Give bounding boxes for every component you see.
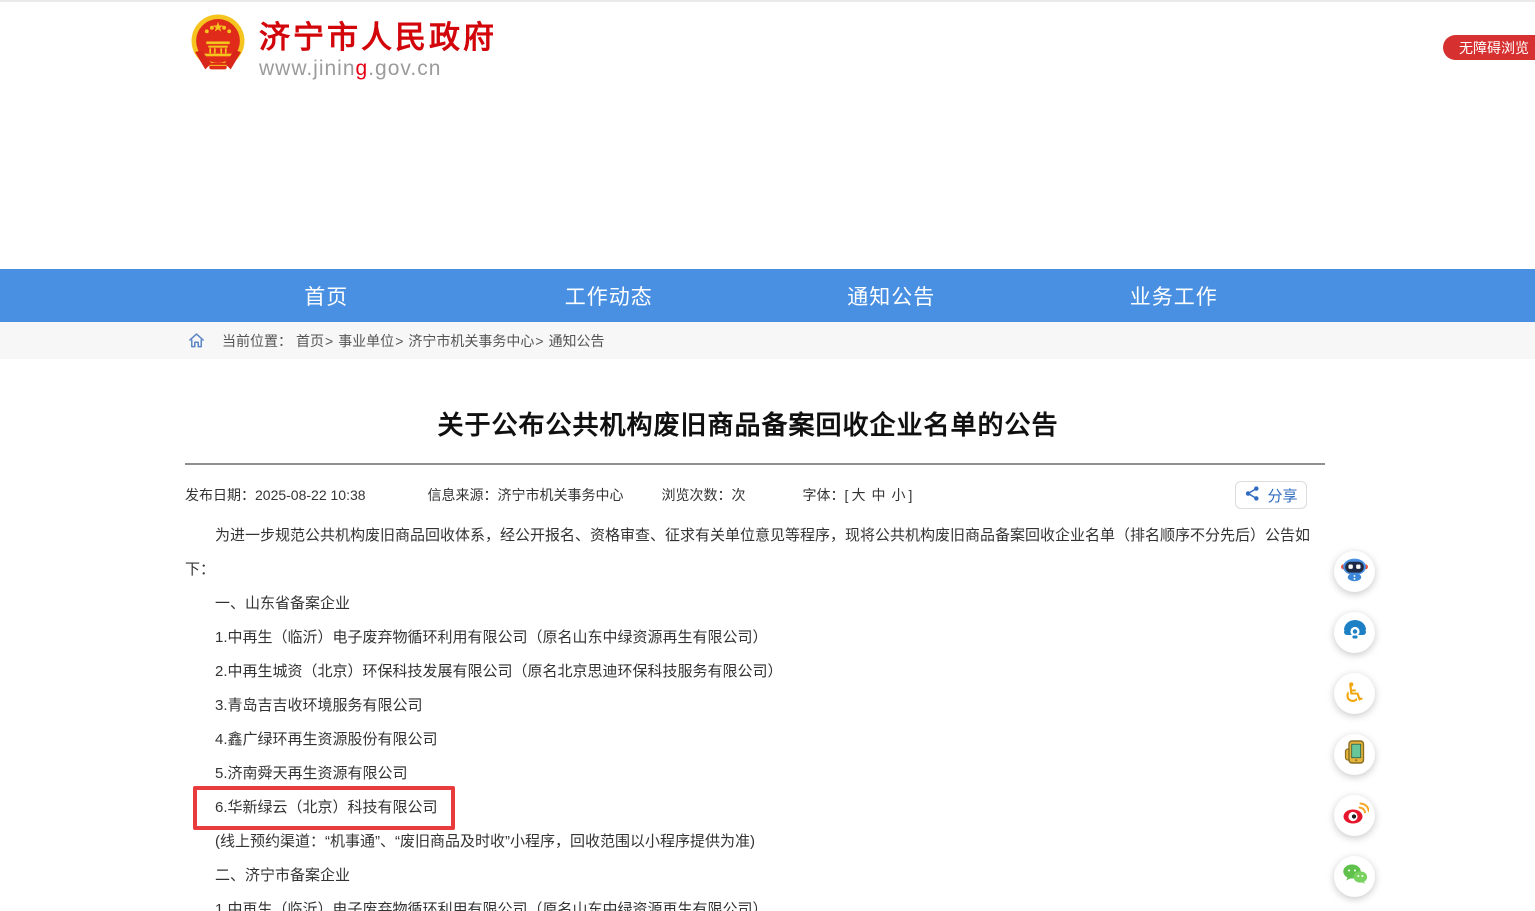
government-webpage: 济宁市人民政府 www.jining.gov.cn 无障碍浏览 首页 工作动态 …: [0, 0, 1535, 911]
accessibility-icon: ♿: [1342, 680, 1366, 707]
list-item: 4.鑫广绿环再生资源股份有限公司: [185, 723, 1311, 757]
breadcrumb-separator: >: [395, 333, 403, 349]
site-url: www.jining.gov.cn: [259, 57, 497, 81]
article-title: 关于公布公共机构废旧商品备案回收企业名单的公告: [185, 405, 1311, 442]
nav-item-notices[interactable]: 通知公告: [750, 269, 1033, 322]
wechat-button[interactable]: [1334, 856, 1375, 897]
mobile-app-button[interactable]: [1334, 734, 1375, 775]
list-item: 5.济南舜天再生资源有限公司: [185, 757, 1311, 791]
list-item-highlighted: 6.华新绿云（北京）科技有限公司: [185, 791, 1311, 825]
accessibility-button[interactable]: ♿: [1334, 673, 1375, 714]
floating-toolbar: ♿: [1334, 551, 1376, 911]
video-monitor-icon: [1341, 616, 1369, 649]
wechat-icon: [1341, 860, 1369, 893]
weibo-button[interactable]: [1334, 795, 1375, 836]
site-logo[interactable]: 济宁市人民政府 www.jining.gov.cn: [190, 12, 497, 83]
section-heading-2: 二、济宁市备案企业: [185, 859, 1311, 893]
breadcrumb-units[interactable]: 事业单位: [338, 331, 394, 351]
weibo-icon: [1341, 799, 1369, 832]
font-bracket-open: [: [845, 487, 849, 503]
source-value: 济宁市机关事务中心: [498, 485, 624, 505]
nav-item-home[interactable]: 首页: [185, 269, 468, 322]
breadcrumb-separator: >: [535, 333, 543, 349]
section-heading-1: 一、山东省备案企业: [185, 587, 1311, 621]
breadcrumb-notices[interactable]: 通知公告: [549, 331, 605, 351]
source-label: 信息来源：: [428, 485, 498, 505]
list-item: 2.中再生城资（北京）环保科技发展有限公司（原名北京思迪环保科技服务有限公司）: [185, 655, 1311, 689]
breadcrumb-center[interactable]: 济宁市机关事务中心: [408, 331, 534, 351]
breadcrumb: 当前位置： 首页 > 事业单位 > 济宁市机关事务中心 > 通知公告: [187, 331, 605, 351]
nav-item-work[interactable]: 业务工作: [1033, 269, 1316, 322]
nav-item-news[interactable]: 工作动态: [468, 269, 751, 322]
logo-text: 济宁市人民政府 www.jining.gov.cn: [259, 12, 497, 81]
breadcrumb-home[interactable]: 首页: [296, 331, 324, 351]
list-item: 1.中再生（临沂）电子废弃物循环利用有限公司（原名山东中绿资源再生有限公司）: [185, 893, 1311, 911]
share-icon: [1244, 485, 1261, 506]
accessibility-browse-button[interactable]: 无障碍浏览: [1443, 35, 1535, 60]
article-body: 为进一步规范公共机构废旧商品回收体系，经公开报名、资格审查、征求有关单位意见等程…: [185, 519, 1311, 911]
font-bracket-close: ]: [908, 487, 912, 503]
share-label: 分享: [1267, 485, 1297, 506]
list-item-note: (线上预约渠道：“机事通”、“废旧商品及时收”小程序，回收范围以小程序提供为准): [185, 825, 1311, 859]
views-label: 浏览次数：: [662, 485, 732, 505]
font-size-medium[interactable]: 中: [871, 485, 885, 505]
mobile-app-icon: [1341, 738, 1369, 771]
breadcrumb-label: 当前位置：: [222, 331, 292, 351]
robot-assistant-button[interactable]: [1334, 551, 1375, 592]
article-meta: 发布日期： 2025-08-22 10:38 信息来源： 济宁市机关事务中心 浏…: [185, 480, 1311, 510]
site-header: 济宁市人民政府 www.jining.gov.cn 无障碍浏览: [0, 2, 1535, 269]
title-divider: [185, 463, 1325, 465]
breadcrumb-separator: >: [325, 333, 333, 349]
list-item: 3.青岛吉吉收环境服务有限公司: [185, 689, 1311, 723]
list-item: 1.中再生（临沂）电子废弃物循环利用有限公司（原名山东中绿资源再生有限公司）: [185, 621, 1311, 655]
font-size-small[interactable]: 小: [891, 485, 905, 505]
site-title: 济宁市人民政府: [259, 20, 497, 56]
highlighted-company: 6.华新绿云（北京）科技有限公司: [215, 799, 438, 816]
main-nav: 首页 工作动态 通知公告 业务工作: [0, 269, 1535, 322]
national-emblem-icon: [190, 12, 246, 83]
publish-date-value: 2025-08-22 10:38: [255, 487, 366, 503]
video-monitor-button[interactable]: [1334, 612, 1375, 653]
views-value: 次: [732, 485, 746, 505]
publish-date-label: 发布日期：: [185, 485, 255, 505]
robot-assistant-icon: [1340, 555, 1369, 589]
home-icon[interactable]: [187, 331, 206, 350]
intro-paragraph: 为进一步规范公共机构废旧商品回收体系，经公开报名、资格审查、征求有关单位意见等程…: [185, 519, 1311, 587]
font-size-large[interactable]: 大: [851, 485, 865, 505]
breadcrumb-bar: 当前位置： 首页 > 事业单位 > 济宁市机关事务中心 > 通知公告: [0, 322, 1535, 359]
share-button[interactable]: 分享: [1235, 481, 1307, 509]
article: 关于公布公共机构废旧商品备案回收企业名单的公告 发布日期： 2025-08-22…: [185, 359, 1311, 911]
font-size-label: 字体：: [803, 485, 845, 505]
